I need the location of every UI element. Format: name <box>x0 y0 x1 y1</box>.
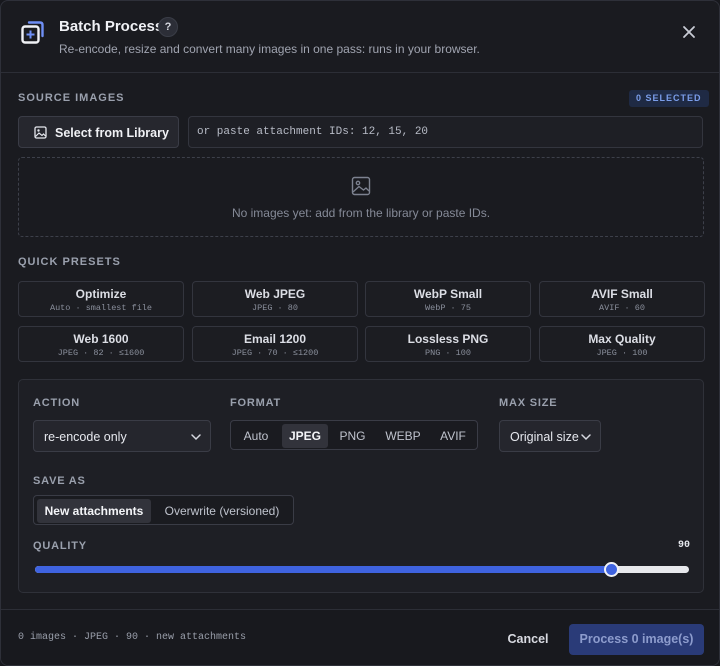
selected-count-badge: 0 SELECTED <box>629 90 709 107</box>
source-images-label: SOURCE IMAGES <box>18 92 125 104</box>
attachment-ids-input[interactable] <box>188 116 703 148</box>
cancel-button[interactable]: Cancel <box>502 624 554 654</box>
format-segmented-control: Auto JPEG PNG WEBP AVIF <box>230 420 478 450</box>
quality-slider-thumb[interactable] <box>603 562 619 577</box>
action-label: ACTION <box>33 397 80 409</box>
chevron-down-icon <box>191 434 201 441</box>
empty-state-message: No images yet: add from the library or p… <box>231 206 491 220</box>
preset-desc: WebP · 75 <box>425 303 471 313</box>
preset-max-quality[interactable]: Max Quality JPEG · 100 <box>539 326 705 362</box>
preset-name: Email 1200 <box>243 332 307 346</box>
save-as-label: SAVE AS <box>33 475 86 487</box>
chevron-down-icon <box>581 434 591 441</box>
preset-name: Max Quality <box>588 332 656 346</box>
image-placeholder-icon <box>351 176 371 196</box>
preset-avif-small[interactable]: AVIF Small AVIF · 60 <box>539 281 705 317</box>
quality-slider-fill <box>35 566 611 573</box>
batch-summary: 0 images · JPEG · 90 · new attachments <box>18 632 247 643</box>
image-icon <box>34 126 47 139</box>
dialog-title: Batch Process <box>59 18 164 35</box>
preset-desc: PNG · 100 <box>425 348 471 358</box>
preset-desc: AVIF · 60 <box>599 303 645 313</box>
batch-process-icon <box>21 21 44 44</box>
select-from-library-button[interactable]: Select from Library <box>18 116 179 148</box>
max-size-select[interactable]: Original size <box>499 420 601 452</box>
preset-name: Lossless PNG <box>407 332 489 346</box>
action-select[interactable]: re-encode only <box>33 420 211 452</box>
preset-desc: JPEG · 80 <box>252 303 298 313</box>
preset-desc: JPEG · 100 <box>596 348 648 358</box>
action-value: re-encode only <box>44 430 127 444</box>
format-option-webp[interactable]: WEBP <box>377 424 429 448</box>
format-option-jpeg[interactable]: JPEG <box>282 424 328 448</box>
preset-webp-small[interactable]: WebP Small WebP · 75 <box>365 281 531 317</box>
preset-web-jpeg[interactable]: Web JPEG JPEG · 80 <box>192 281 358 317</box>
format-option-avif[interactable]: AVIF <box>432 424 474 448</box>
quality-slider[interactable] <box>35 562 689 577</box>
preset-optimize[interactable]: Optimize Auto · smallest file <box>18 281 184 317</box>
quality-value: 90 <box>677 540 690 551</box>
dialog-header: Batch Process ? Re-encode, resize and co… <box>1 1 719 73</box>
format-option-auto[interactable]: Auto <box>234 424 278 448</box>
save-as-overwrite[interactable]: Overwrite (versioned) <box>154 499 290 523</box>
preset-name: Web 1600 <box>73 332 129 346</box>
preset-desc: JPEG · 70 · ≤1200 <box>231 348 319 358</box>
process-button[interactable]: Process 0 image(s) <box>569 624 704 655</box>
select-from-library-label: Select from Library <box>55 126 169 140</box>
dialog-footer: 0 images · JPEG · 90 · new attachments C… <box>1 609 719 665</box>
preset-web-1600[interactable]: Web 1600 JPEG · 82 · ≤1600 <box>18 326 184 362</box>
preset-desc: Auto · smallest file <box>49 303 153 313</box>
options-panel: ACTION re-encode only FORMAT Auto JPEG P… <box>18 379 704 593</box>
preset-lossless-png[interactable]: Lossless PNG PNG · 100 <box>365 326 531 362</box>
preset-name: Optimize <box>75 287 127 301</box>
preset-email-1200[interactable]: Email 1200 JPEG · 70 · ≤1200 <box>192 326 358 362</box>
dialog-subtitle: Re-encode, resize and convert many image… <box>59 42 480 56</box>
preset-name: Web JPEG <box>244 287 306 301</box>
quick-presets-label: QUICK PRESETS <box>18 256 121 268</box>
preset-name: WebP Small <box>413 287 483 301</box>
batch-process-dialog: Batch Process ? Re-encode, resize and co… <box>0 0 720 666</box>
save-as-new-attachments[interactable]: New attachments <box>37 499 151 523</box>
max-size-label: MAX SIZE <box>499 397 558 409</box>
preset-desc: JPEG · 82 · ≤1600 <box>57 348 145 358</box>
save-as-segmented-control: New attachments Overwrite (versioned) <box>33 495 294 525</box>
format-option-png[interactable]: PNG <box>332 424 373 448</box>
quality-label: QUALITY <box>33 540 87 552</box>
close-icon[interactable] <box>680 23 698 41</box>
preset-name: AVIF Small <box>591 287 653 301</box>
help-button[interactable]: ? <box>158 17 178 37</box>
format-label: FORMAT <box>230 397 282 409</box>
image-dropzone[interactable]: No images yet: add from the library or p… <box>18 157 704 237</box>
max-size-value: Original size <box>510 430 579 444</box>
